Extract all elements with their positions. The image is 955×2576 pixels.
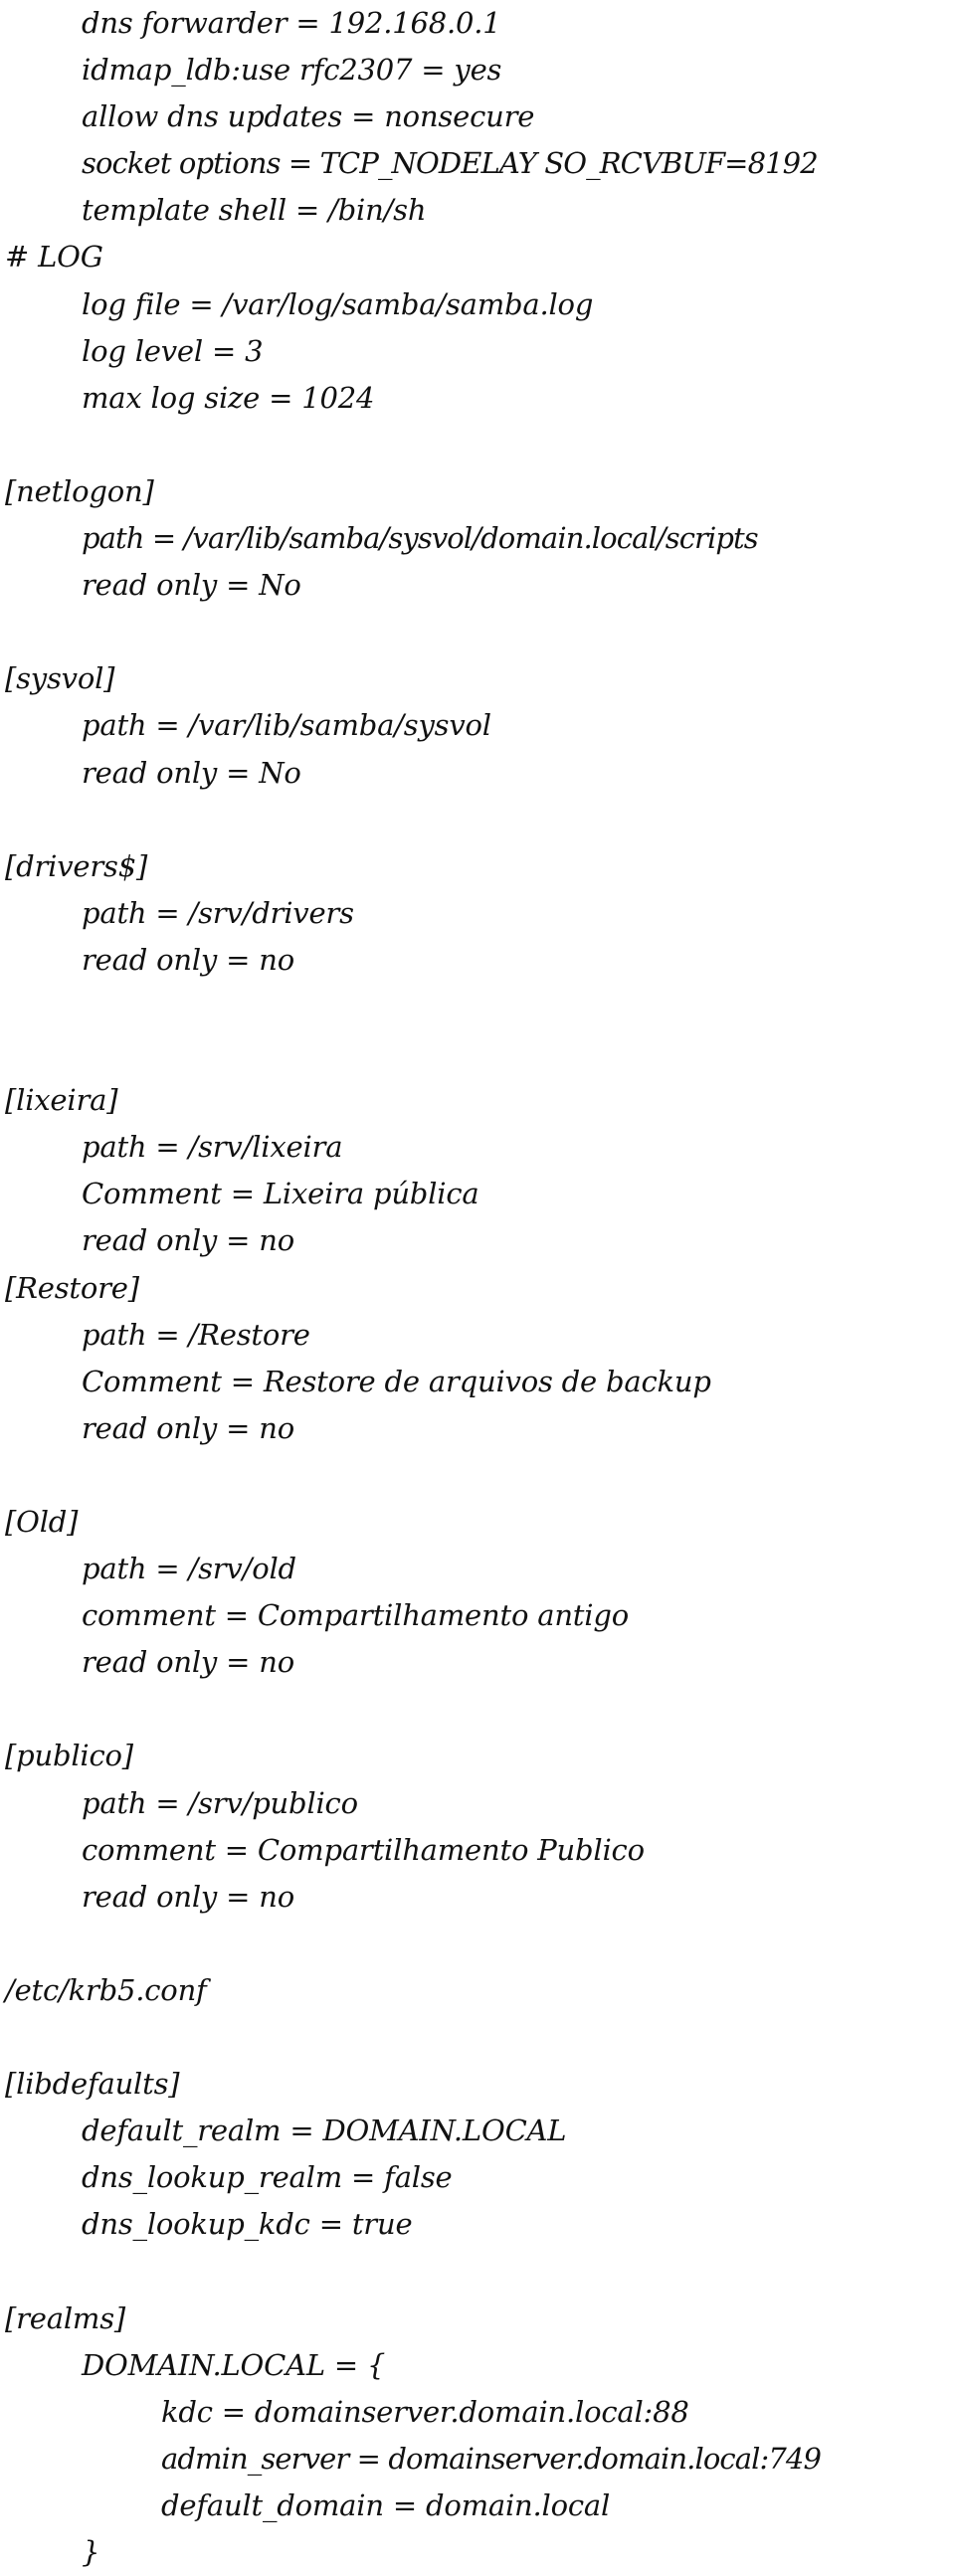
section-header: [netlogon] (5, 473, 154, 508)
config-line: read only = No (82, 755, 301, 790)
config-line: path = /var/lib/samba/sysvol/domain.loca… (82, 521, 759, 556)
config-document: dns forwarder = 192.168.0.1 idmap_ldb:use… (0, 0, 955, 2576)
config-line: DOMAIN.LOCAL = { (82, 2347, 386, 2382)
config-line: read only = no (82, 942, 294, 977)
config-line: read only = No (82, 568, 301, 603)
config-line: dns forwarder = 192.168.0.1 (82, 6, 501, 40)
comment-line: # LOG (5, 240, 103, 275)
config-line: path = /Restore (82, 1317, 310, 1352)
config-line: read only = no (82, 1410, 294, 1445)
section-header: [Old] (5, 1505, 79, 1539)
file-path-heading: /etc/krb5.conf (5, 1972, 207, 2007)
config-line: idmap_ldb:use rfc2307 = yes (82, 53, 502, 88)
config-line: Comment = Restore de arquivos de backup (82, 1364, 711, 1398)
config-line: dns_lookup_realm = false (82, 2160, 453, 2195)
config-line: template shell = /bin/sh (82, 193, 427, 228)
config-line: max log size = 1024 (82, 380, 375, 415)
config-line: read only = no (82, 1879, 294, 1914)
config-line: path = /srv/lixeira (82, 1130, 343, 1165)
config-line: allow dns updates = nonsecure (82, 99, 535, 134)
config-line: path = /srv/old (82, 1552, 296, 1586)
config-line: default_realm = DOMAIN.LOCAL (82, 2114, 567, 2148)
config-line: Comment = Lixeira pública (82, 1177, 479, 1211)
section-header: [libdefaults] (5, 2067, 180, 2102)
config-line: path = /srv/drivers (82, 895, 354, 930)
section-header: [drivers$] (5, 848, 148, 883)
section-header: [lixeira] (5, 1083, 118, 1118)
section-header: [Restore] (5, 1270, 139, 1305)
config-line: log file = /var/log/samba/samba.log (82, 286, 594, 321)
config-line: read only = no (82, 1645, 294, 1680)
config-line: dns_lookup_kdc = true (82, 2207, 413, 2242)
config-line: socket options = TCP_NODELAY SO_RCVBUF=8… (82, 146, 819, 181)
config-line: comment = Compartilhamento Publico (82, 1832, 645, 1867)
section-header: [publico] (5, 1739, 133, 1773)
config-line: default_domain = domain.local (161, 2487, 611, 2522)
config-line: comment = Compartilhamento antigo (82, 1598, 629, 1633)
config-line: read only = no (82, 1223, 294, 1258)
config-line: admin_server = domainserver.domain.local… (161, 2441, 822, 2476)
config-line: } (82, 2535, 100, 2570)
config-line: log level = 3 (82, 333, 264, 368)
section-header: [realms] (5, 2300, 125, 2335)
config-line: path = /srv/publico (82, 1785, 358, 1820)
config-line: path = /var/lib/samba/sysvol (82, 708, 491, 743)
section-header: [sysvol] (5, 661, 115, 696)
config-line: kdc = domainserver.domain.local:88 (161, 2394, 689, 2429)
